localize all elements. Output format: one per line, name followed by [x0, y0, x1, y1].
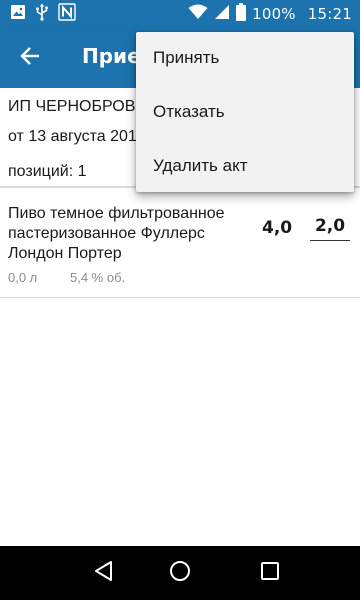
- back-button[interactable]: [14, 42, 46, 74]
- home-circle-icon: [169, 560, 191, 586]
- battery-percent: 100%: [252, 5, 296, 23]
- menu-item-label: Удалить акт: [153, 156, 248, 175]
- back-triangle-icon: [93, 560, 115, 586]
- recents-square-icon: [260, 561, 280, 585]
- navigation-bar: [0, 546, 360, 600]
- list-item[interactable]: Пиво темное фильтрованное пастеризованно…: [0, 196, 360, 298]
- menu-item-label: Отказать: [153, 102, 225, 121]
- menu-item-reject[interactable]: Отказать: [136, 86, 354, 140]
- arrow-back-icon: [19, 45, 41, 71]
- status-bar-left: [10, 3, 76, 25]
- item-volume: 0,0 л: [8, 270, 38, 285]
- menu-item-delete[interactable]: Удалить акт: [136, 140, 354, 194]
- nav-back-button[interactable]: [88, 557, 120, 589]
- item-name: Пиво темное фильтрованное пастеризованно…: [8, 205, 225, 262]
- wifi-icon: [188, 4, 208, 24]
- item-expected-quantity: 4,0: [262, 218, 293, 238]
- menu-item-label: Принять: [153, 48, 220, 67]
- screen: 100% 15:21 Приемка ИП ЧЕРНОБРОВКИНА от 1…: [0, 0, 360, 600]
- n-notification-icon: [58, 3, 76, 25]
- document-date: от 13 августа 2019: [8, 128, 146, 145]
- nav-home-button[interactable]: [164, 557, 196, 589]
- item-abv: 5,4 % об.: [70, 270, 126, 285]
- overflow-menu: Принять Отказать Удалить акт: [136, 32, 354, 192]
- nav-recents-button[interactable]: [254, 557, 286, 589]
- positions-count: позиций: 1: [8, 163, 87, 180]
- status-bar: 100% 15:21: [0, 0, 360, 28]
- item-actual-quantity-field[interactable]: 2,0: [310, 216, 350, 241]
- divider: [0, 297, 360, 298]
- image-icon: [10, 4, 26, 24]
- clock: 15:21: [307, 5, 352, 23]
- status-bar-right: 100% 15:21: [188, 0, 352, 28]
- menu-item-accept[interactable]: Принять: [136, 32, 354, 86]
- battery-icon: [236, 3, 247, 25]
- usb-icon: [34, 3, 50, 25]
- cell-signal-icon: [214, 4, 230, 24]
